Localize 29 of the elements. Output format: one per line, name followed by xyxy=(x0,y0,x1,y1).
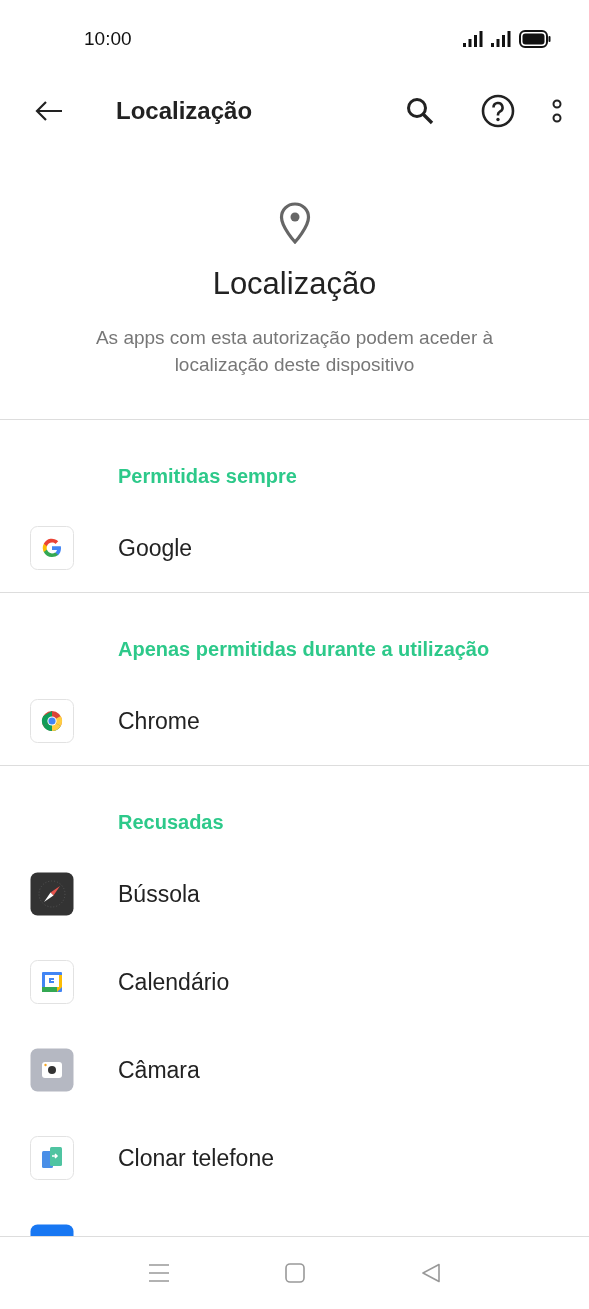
app-name[interactable]: Clonar telefone xyxy=(118,1144,274,1172)
back-arrow-icon xyxy=(34,100,64,122)
app-name[interactable]: Chrome xyxy=(118,707,200,735)
signal-icon xyxy=(463,31,485,47)
section-title: Apenas permitidas durante a utilização xyxy=(117,637,491,662)
app-name[interactable]: Bússola xyxy=(118,880,200,908)
home-icon[interactable] xyxy=(285,1263,306,1283)
phone-transfer-icon xyxy=(30,1136,74,1180)
app-name[interactable]: Câmara xyxy=(118,1056,200,1084)
section-title: Recusadas xyxy=(117,810,225,835)
compass-icon xyxy=(30,872,74,916)
app-name[interactable]: Calendário xyxy=(118,968,230,996)
google-icon xyxy=(30,526,74,570)
battery-icon xyxy=(519,30,551,48)
page-title: Localização xyxy=(212,266,377,302)
back-icon[interactable] xyxy=(421,1263,442,1283)
location-pin-icon xyxy=(278,202,311,244)
chrome-icon xyxy=(30,699,74,743)
search-icon xyxy=(405,96,435,126)
page-description: As apps com esta autorização podem aceder à localização deste dispositivo xyxy=(94,326,495,377)
section-title: Permitidas sempre xyxy=(117,464,298,489)
signal-icon xyxy=(491,31,513,47)
more-options-icon xyxy=(551,98,563,124)
app-bar-title: Localização xyxy=(116,97,254,125)
calendar-icon xyxy=(30,960,74,1004)
camera-icon xyxy=(30,1048,74,1092)
app-name[interactable]: Google xyxy=(118,534,193,562)
help-icon xyxy=(481,94,515,128)
status-time: 10:00 xyxy=(84,28,132,50)
